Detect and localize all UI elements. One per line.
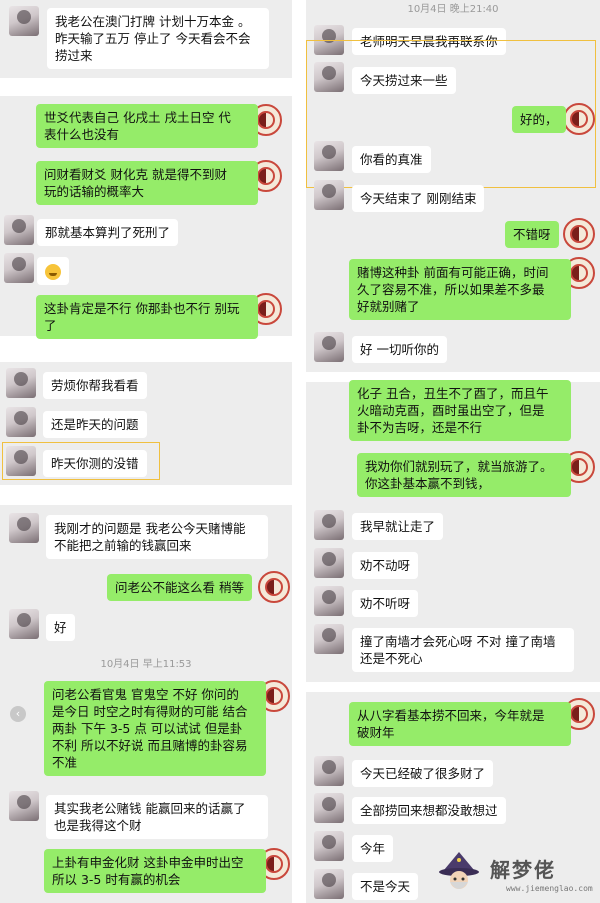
highlight-box [2,442,160,480]
message-bubble: 劳烦你帮我看看 [43,372,147,399]
message-bubble: 问老公不能这么看 稍等 [107,574,252,601]
message-bubble: 还是昨天的问题 [43,411,147,438]
avatar-user[interactable] [314,548,344,578]
wizard-logo-icon [439,852,479,889]
avatar-user[interactable] [6,368,36,398]
yin-yang-icon [570,705,588,723]
watermark-name: 解梦佬 [490,858,556,882]
message-bubble: 我刚才的问题是 我老公今天赌博能 不能把之前输的钱赢回来 [46,515,268,559]
message-bubble: 今天已经破了很多财了 [352,760,494,787]
avatar-user[interactable] [314,180,344,210]
yin-yang-icon [257,167,275,185]
message-bubble: 那就基本算判了死刑了 [37,219,179,246]
avatar-user[interactable] [9,609,39,639]
sweat-smile-emoji [45,263,61,280]
yin-yang-icon [265,687,283,705]
yin-yang-icon [570,225,588,243]
timestamp: 10月4日 晚上21:40 [407,4,499,15]
message-bubble: 赌博这种卦 前面有可能正确，时间 久了容易不准，所以如果差不多最 好就别赌了 [349,259,571,320]
yin-yang-icon [257,111,275,129]
avatar-user[interactable] [314,624,344,654]
message-bubble: 其实我老公赌钱 能赢回来的话赢了 也是我得这个财 [46,795,268,839]
message-bubble: 我劝你们就别玩了，就当旅游了。 你这卦基本赢不到钱， [357,453,571,497]
avatar-user[interactable] [314,831,344,861]
avatar-master[interactable] [258,571,290,603]
message-bubble: 好 [46,614,75,641]
message-bubble: 化子 丑合，丑生不了酉了，而且午 火暗动克酉，酉时虽出空了，但是 卦不为吉呀，还… [349,380,571,441]
avatar-user[interactable] [4,253,34,283]
message-bubble: 我老公在澳门打牌 计划十万本金 。 昨天输了五万 停止了 今天看会不会 捞过来 [47,8,269,69]
avatar-user[interactable] [4,215,34,245]
avatar-user[interactable] [314,793,344,823]
message-bubble: 我早就让走了 [352,513,444,540]
yin-yang-icon [265,855,283,873]
watermark: 解梦佬 www.jiemenglao.com [422,850,600,903]
message-bubble: 问老公看官鬼 官鬼空 不好 你问的 是今日 时空之时有得财的可能 结合 两卦 下… [44,681,266,776]
message-bubble: 今天结束了 刚刚结束 [352,185,485,212]
yin-yang-icon [257,300,275,318]
message-bubble [37,257,69,285]
avatar-user[interactable] [9,6,39,36]
avatar-user[interactable] [6,407,36,437]
message-bubble: 不是今天 [352,873,419,900]
message-bubble: 今年 [352,835,394,862]
avatar-user[interactable] [314,332,344,362]
back-arrow-icon[interactable]: ‹ [10,706,26,722]
avatar-user[interactable] [314,586,344,616]
avatar-master[interactable] [563,218,595,250]
yin-yang-icon [265,578,283,596]
message-bubble: 劝不动呀 [352,552,419,579]
watermark-url: www.jiemenglao.com [506,884,593,893]
avatar-user[interactable] [9,791,39,821]
avatar-user[interactable] [314,510,344,540]
message-bubble: 问财看财爻 财化克 就是得不到财 玩的话输的概率大 [36,161,258,205]
timestamp: 10月4日 早上11:53 [100,659,192,670]
message-bubble: 上卦有申金化财 这卦申金申时出空 所以 3-5 时有赢的机会 [44,849,266,893]
message-bubble: 撞了南墙才会死心呀 不对 撞了南墙 还是不死心 [352,628,574,672]
message-bubble: 不错呀 [505,221,559,248]
message-bubble: 好 一切听你的 [352,336,447,363]
yin-yang-icon [570,458,588,476]
highlight-box [306,40,596,188]
message-bubble: 劝不听呀 [352,590,419,617]
message-bubble: 全部捞回来想都没敢想过 [352,797,506,824]
yin-yang-icon [570,264,588,282]
message-bubble: 这卦肯定是不行 你那卦也不行 别玩 了 [36,295,258,339]
avatar-user[interactable] [9,513,39,543]
message-bubble: 从八字看基本捞不回来，今年就是 破财年 [349,702,571,746]
avatar-user[interactable] [314,756,344,786]
avatar-user[interactable] [314,869,344,899]
message-bubble: 世爻代表自己 化戌土 戌土日空 代 表什么也没有 [36,104,258,148]
